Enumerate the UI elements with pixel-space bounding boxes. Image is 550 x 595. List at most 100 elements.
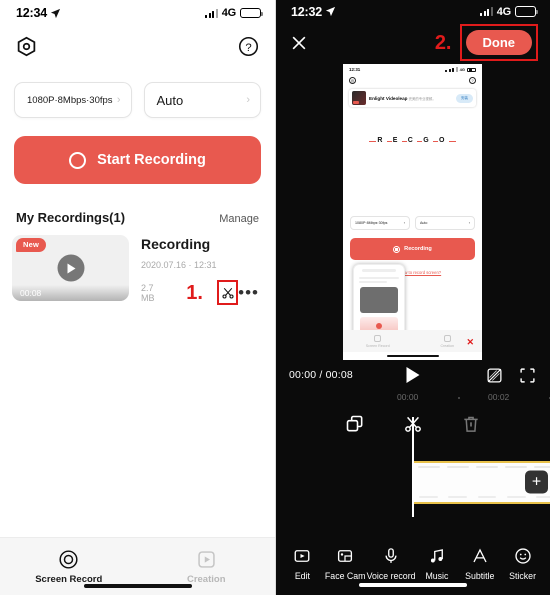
recording-list-item[interactable]: New 00:08 Recording 2020.07.16 · 12:31 2…	[0, 225, 275, 305]
playback-time-display: 00:00 / 00:08	[289, 369, 353, 382]
status-time: 12:34	[16, 6, 47, 20]
start-recording-label: Start Recording	[97, 152, 206, 168]
preview-quality-label: 1080P·8Mbps·30fps	[355, 221, 388, 226]
aspect-ratio-icon[interactable]	[486, 367, 503, 384]
ad-subtitle: 完美的专业视频。	[408, 96, 436, 101]
tool-sticker[interactable]: Sticker	[501, 547, 544, 581]
tool-edit-label: Edit	[294, 570, 310, 581]
preview-quality-selector: 1080P·8Mbps·30fps ›	[350, 216, 410, 231]
tool-subtitle[interactable]: Subtitle	[458, 547, 501, 581]
video-play-square-icon	[198, 550, 215, 568]
chevron-right-icon: ›	[246, 93, 250, 106]
signal-bars-icon	[480, 7, 493, 17]
letter-a-icon	[471, 547, 489, 566]
signal-bars-icon	[205, 8, 218, 18]
orientation-selector[interactable]: Auto ›	[143, 82, 261, 118]
done-button[interactable]: Done	[465, 30, 532, 56]
play-button[interactable]	[406, 367, 419, 384]
start-recording-button[interactable]: Start Recording	[14, 136, 261, 184]
status-time: 12:32	[291, 4, 322, 19]
chevron-right-icon: ›	[403, 221, 405, 226]
face-cam-icon	[336, 547, 354, 566]
screen-divider	[275, 0, 276, 595]
video-preview-area[interactable]: 12:31 4G ◎ ? Enlight Videoleap 完美的专业视频。 …	[275, 62, 550, 361]
chevron-right-icon: ›	[468, 221, 470, 226]
hex-nut-icon[interactable]	[16, 36, 37, 57]
orientation-selector-label: Auto	[156, 92, 184, 108]
video-play-square-icon	[443, 335, 451, 342]
play-overlay-icon[interactable]	[57, 254, 84, 282]
tool-face-cam[interactable]: Face Cam	[324, 547, 367, 581]
recording-name: Recording	[141, 236, 211, 252]
preview-frame: 12:31 4G ◎ ? Enlight Videoleap 完美的专业视频。 …	[343, 64, 482, 361]
clip-frame	[414, 463, 443, 502]
trash-icon[interactable]	[461, 414, 481, 434]
timeline-track-area[interactable]: +	[275, 416, 550, 539]
timeline-clip[interactable]: +	[412, 460, 550, 504]
tool-voice-record-label: Voice record	[366, 570, 416, 581]
tool-subtitle-label: Subtitle	[465, 570, 495, 581]
preview-orientation-selector: Auto ›	[415, 216, 475, 231]
preview-orientation-label: Auto	[420, 221, 428, 226]
quality-selector-label: 1080P·8Mbps·30fps	[27, 94, 113, 106]
scissors-icon	[222, 287, 234, 299]
tool-music[interactable]: Music	[416, 547, 459, 581]
top-bar-right: 2. Done	[275, 23, 550, 62]
record-circle-icon	[69, 151, 87, 169]
status-right-group: 4G	[205, 7, 263, 19]
status-left-group: 12:34	[16, 6, 61, 20]
ruler-tick-dot	[458, 397, 460, 400]
brand-letter: C	[406, 137, 418, 145]
preview-tab-bar: Screen Record Creation	[343, 330, 482, 353]
collapse-arrows-icon[interactable]	[519, 367, 536, 384]
dual-screenshot-comparison: 12:34 4G ? 1080P·8Mbps·30fps › Auto › St…	[0, 0, 550, 595]
timeline-playhead[interactable]	[412, 416, 414, 517]
recording-thumbnail[interactable]: New 00:08	[12, 235, 129, 301]
tool-edit[interactable]: Edit	[281, 547, 324, 581]
question-mark-icon[interactable]: ?	[238, 36, 259, 57]
location-arrow-icon	[50, 8, 61, 18]
status-right-group: 4G	[480, 6, 538, 18]
preview-tab-screen-record: Screen Record	[343, 335, 413, 348]
copy-squares-icon[interactable]	[345, 414, 365, 434]
panel-preview-box	[360, 287, 398, 314]
add-clip-button[interactable]: +	[525, 470, 548, 494]
tool-music-label: Music	[425, 570, 449, 581]
manage-button[interactable]: Manage	[219, 213, 259, 225]
preview-top-icons: ◎ ?	[343, 75, 482, 85]
right-phone-screen: 12:32 4G 2. Done 12:31 4G ◎ ? Enlight Vi…	[275, 0, 550, 595]
top-bar-left: ?	[0, 26, 275, 66]
tool-sticker-label: Sticker	[509, 570, 536, 581]
clip-frame	[472, 463, 501, 502]
playback-controls: 00:00 / 00:08	[275, 360, 550, 390]
trim-button[interactable]	[216, 280, 239, 305]
hex-nut-icon: ◎	[349, 77, 356, 85]
quality-selector[interactable]: 1080P·8Mbps·30fps ›	[14, 82, 132, 118]
battery-icon	[240, 7, 263, 19]
ruler-tick-label: 00:00	[397, 392, 419, 403]
close-x-icon[interactable]	[289, 33, 309, 53]
smiley-icon	[514, 547, 532, 566]
battery-icon	[515, 6, 538, 17]
preview-brand: R E C G O	[343, 137, 482, 145]
preview-network: 4G	[459, 67, 465, 73]
more-options-button[interactable]: •••	[238, 284, 261, 301]
tool-face-cam-label: Face Cam	[324, 570, 366, 581]
home-indicator-right	[358, 583, 467, 587]
status-left-group: 12:32	[291, 5, 336, 19]
home-indicator-left	[83, 584, 192, 588]
new-badge: New	[16, 238, 47, 252]
brand-letter: R	[376, 137, 387, 145]
preview-recording-button: Recording	[350, 238, 475, 261]
status-bar-left: 12:34 4G	[0, 0, 275, 26]
tool-voice-record[interactable]: Voice record	[367, 547, 416, 581]
step-1-annotation: 1.	[186, 281, 203, 304]
recordings-header: My Recordings(1) Manage	[0, 184, 275, 225]
done-group: 2. Done	[435, 24, 538, 62]
panel-handle	[362, 269, 396, 273]
record-circle-icon	[59, 549, 78, 569]
playback-right-icons	[486, 367, 536, 384]
preview-recording-label: Recording	[404, 246, 432, 253]
preview-status-bar: 12:31 4G	[343, 64, 482, 75]
microphone-icon	[382, 547, 400, 566]
